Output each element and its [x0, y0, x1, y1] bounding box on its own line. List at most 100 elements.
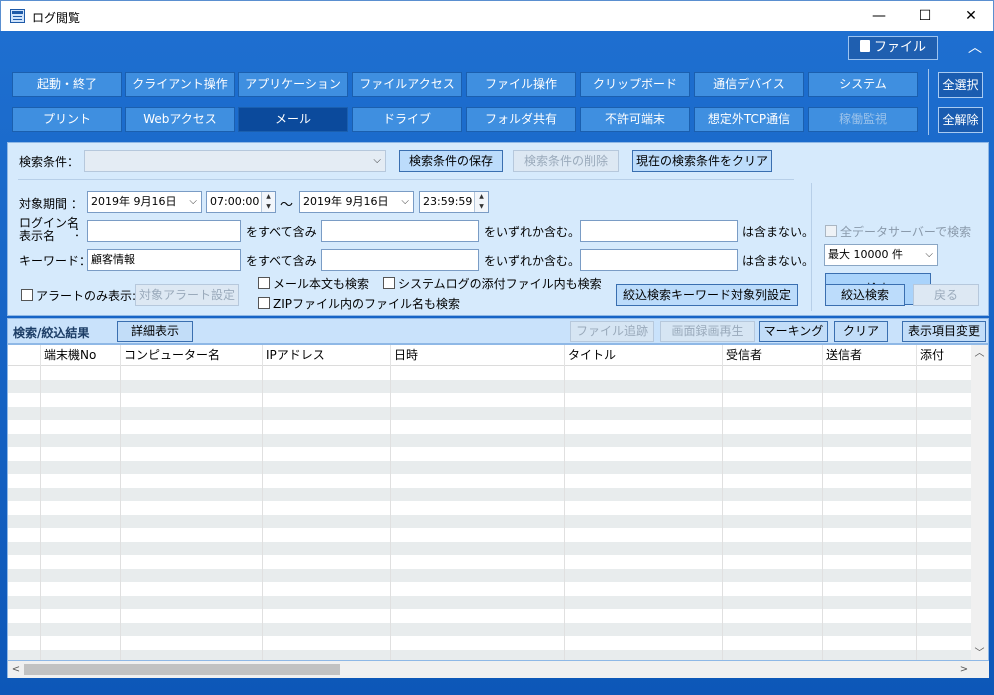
- horizontal-scrollbar[interactable]: < >: [7, 661, 972, 678]
- file-menu-button[interactable]: ファイル: [848, 36, 938, 60]
- table-row[interactable]: [8, 595, 971, 609]
- time-to-value: 23:59:59: [423, 195, 473, 208]
- table-row[interactable]: [8, 514, 971, 528]
- mail-body-checkbox[interactable]: [258, 277, 270, 289]
- clear-results-button[interactable]: クリア: [834, 321, 888, 342]
- table-row[interactable]: [8, 420, 971, 433]
- login-contains-all-input[interactable]: [87, 220, 241, 242]
- window-title: ログ閲覧: [32, 11, 81, 25]
- category-folder-share[interactable]: フォルダ共有: [466, 107, 576, 132]
- login-contains-any-input[interactable]: [321, 220, 479, 242]
- login-not-contains-input[interactable]: [580, 220, 738, 242]
- save-condition-button[interactable]: 検索条件の保存: [399, 150, 503, 172]
- alert-only-checkbox[interactable]: [21, 289, 33, 301]
- table-row[interactable]: [8, 568, 971, 582]
- zip-search-checkbox[interactable]: [258, 297, 270, 309]
- column-ip-address[interactable]: IPアドレス: [262, 345, 390, 366]
- system-attach-checkbox[interactable]: [383, 277, 395, 289]
- table-row[interactable]: [8, 406, 971, 420]
- grid-divider: [40, 366, 41, 660]
- table-row[interactable]: [8, 460, 971, 474]
- deselect-all-button[interactable]: 全解除: [938, 107, 983, 133]
- category-unexpected-tcp[interactable]: 想定外TCP通信: [694, 107, 804, 132]
- table-row[interactable]: [8, 379, 971, 393]
- table-row[interactable]: [8, 501, 971, 514]
- results-header: 検索/絞込結果 詳細表示 ファイル追跡 画面録画再生 マーキング クリア 表示項…: [7, 318, 989, 344]
- category-application[interactable]: アプリケーション: [238, 72, 348, 97]
- table-row[interactable]: [8, 582, 971, 595]
- category-web-access[interactable]: Webアクセス: [125, 107, 235, 132]
- date-from-picker[interactable]: 2019年 9月16日 ⌵: [87, 191, 202, 213]
- maximize-button[interactable]: ☐: [902, 1, 948, 31]
- category-client-operation[interactable]: クライアント操作: [125, 72, 235, 97]
- time-to-input[interactable]: 23:59:59 ▲ ▼: [419, 191, 489, 213]
- table-row[interactable]: [8, 447, 971, 460]
- table-row[interactable]: [8, 622, 971, 636]
- vertical-scrollbar[interactable]: ︿ ﹀: [971, 345, 988, 660]
- category-mail[interactable]: メール: [238, 107, 348, 132]
- table-row[interactable]: [8, 541, 971, 555]
- chevron-down-icon: ⌵: [189, 196, 197, 207]
- table-row[interactable]: [8, 649, 971, 660]
- table-row[interactable]: [8, 393, 971, 406]
- minimize-button[interactable]: —: [856, 1, 902, 31]
- table-row[interactable]: [8, 636, 971, 649]
- table-row[interactable]: [8, 474, 971, 487]
- category-system[interactable]: システム: [808, 72, 918, 97]
- column-sender[interactable]: 送信者: [822, 345, 916, 366]
- detail-view-button[interactable]: 詳細表示: [117, 321, 193, 342]
- category-startup[interactable]: 起動・終了: [12, 72, 122, 97]
- table-row[interactable]: [8, 487, 971, 501]
- category-unauthorized-terminal[interactable]: 不許可端末: [580, 107, 690, 132]
- select-all-button[interactable]: 全選択: [938, 72, 983, 98]
- chevron-up-icon[interactable]: ︿: [971, 345, 988, 362]
- category-operation-monitor: 稼働監視: [808, 107, 918, 132]
- category-print[interactable]: プリント: [12, 107, 122, 132]
- category-drive[interactable]: ドライブ: [352, 107, 462, 132]
- chevron-right-icon[interactable]: >: [956, 661, 972, 678]
- time-to-spinner[interactable]: ▲ ▼: [474, 192, 488, 212]
- tilde-label: ～: [280, 198, 294, 213]
- time-from-input[interactable]: 07:00:00 ▲ ▼: [206, 191, 276, 213]
- category-file-access[interactable]: ファイルアクセス: [352, 72, 462, 97]
- close-button[interactable]: ✕: [948, 1, 994, 31]
- date-to-picker[interactable]: 2019年 9月16日 ⌵: [299, 191, 414, 213]
- time-from-spinner[interactable]: ▲ ▼: [261, 192, 275, 212]
- keyword-contains-any-input[interactable]: [321, 249, 479, 271]
- keyword-contains-all-input[interactable]: 顧客情報: [87, 249, 241, 271]
- grid-divider: [390, 366, 391, 660]
- category-clipboard[interactable]: クリップボード: [580, 72, 690, 97]
- table-row[interactable]: [8, 609, 971, 622]
- table-row[interactable]: [8, 528, 971, 541]
- condition-select[interactable]: ⌵: [84, 150, 386, 172]
- clear-condition-button[interactable]: 現在の検索条件をクリア: [632, 150, 772, 172]
- chevron-down-icon[interactable]: ﹀: [971, 645, 988, 660]
- table-row[interactable]: [8, 433, 971, 447]
- chevron-left-icon[interactable]: <: [8, 661, 24, 678]
- narrow-column-setting-button[interactable]: 絞込検索キーワード対象列設定: [616, 284, 798, 306]
- ribbon-separator: [928, 69, 929, 135]
- columns-change-button[interactable]: 表示項目変更: [902, 321, 986, 342]
- horizontal-scroll-thumb[interactable]: [24, 664, 340, 675]
- table-row[interactable]: [8, 555, 971, 568]
- category-comm-device[interactable]: 通信デバイス: [694, 72, 804, 97]
- period-label: 対象期間 ：: [19, 197, 83, 211]
- login-not-contains-label: は含まない。: [742, 225, 815, 239]
- column-title[interactable]: タイトル: [564, 345, 722, 366]
- keyword-not-contains-input[interactable]: [580, 249, 738, 271]
- collapse-ribbon-button[interactable]: ︿: [966, 39, 984, 57]
- narrow-search-button[interactable]: 絞込検索: [825, 284, 905, 306]
- table-row[interactable]: [8, 366, 971, 379]
- row-header-cell: [8, 345, 40, 366]
- column-attachment[interactable]: 添付: [916, 345, 971, 366]
- max-count-select[interactable]: 最大 10000 件 ⌵: [824, 244, 938, 266]
- column-computer-name[interactable]: コンピューター名: [120, 345, 262, 366]
- column-receiver[interactable]: 受信者: [722, 345, 822, 366]
- marking-button[interactable]: マーキング: [759, 321, 828, 342]
- chevron-down-icon: ⌵: [373, 155, 381, 166]
- file-trace-button: ファイル追跡: [570, 321, 654, 342]
- column-datetime[interactable]: 日時: [390, 345, 564, 366]
- column-terminal-no[interactable]: 端末機No: [40, 345, 120, 366]
- results-grid[interactable]: 端末機No コンピューター名 IPアドレス 日時 タイトル 受信者 送信者 添付…: [7, 344, 989, 661]
- category-file-operation[interactable]: ファイル操作: [466, 72, 576, 97]
